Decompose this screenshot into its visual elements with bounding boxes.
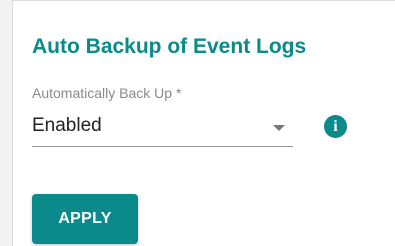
chevron-down-icon: [273, 125, 285, 131]
auto-backup-select[interactable]: Enabled: [32, 107, 293, 147]
settings-card: Auto Backup of Event Logs Automatically …: [12, 0, 395, 246]
auto-backup-label: Automatically Back Up *: [32, 85, 182, 101]
auto-backup-value: Enabled: [32, 115, 102, 136]
apply-button[interactable]: APPLY: [32, 194, 138, 244]
info-icon[interactable]: i: [324, 115, 347, 138]
section-title: Auto Backup of Event Logs: [32, 35, 307, 58]
